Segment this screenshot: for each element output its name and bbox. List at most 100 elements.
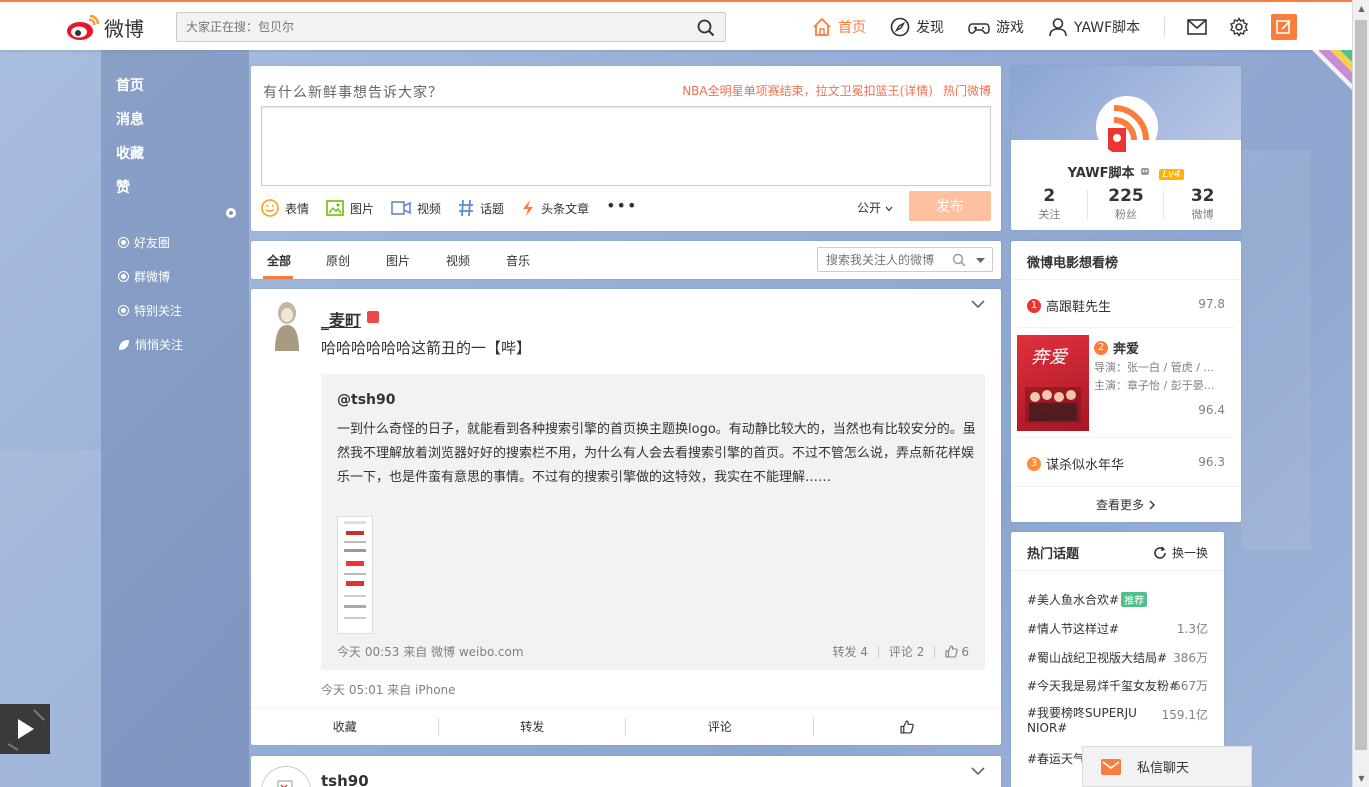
- nav-games[interactable]: 游戏: [968, 17, 1024, 37]
- settings-button[interactable]: [1229, 17, 1249, 37]
- tab-images[interactable]: 图片: [386, 252, 410, 269]
- scroll-up-icon[interactable]: ▲: [1353, 0, 1369, 17]
- movie-item[interactable]: 1 高跟鞋先生: [1027, 296, 1111, 315]
- sidebar-item-friends[interactable]: 好友圈: [118, 234, 170, 251]
- avatar[interactable]: [267, 299, 317, 359]
- topic-count: 159.1亿: [1161, 708, 1208, 722]
- post-meta: 今天 05:01 来自 iPhone: [321, 683, 456, 697]
- favorite-button[interactable]: 收藏: [251, 708, 439, 745]
- stat-following[interactable]: 2 关注: [1011, 186, 1088, 222]
- repost-thumbnail[interactable]: [337, 516, 373, 634]
- profile-name[interactable]: YAWF脚本: [1068, 166, 1135, 181]
- scrollbar-thumb[interactable]: [1355, 20, 1367, 750]
- gear-icon[interactable]: [225, 207, 237, 219]
- stat-followers[interactable]: 225 粉丝: [1088, 186, 1165, 222]
- nav-profile[interactable]: YAWF脚本: [1048, 17, 1140, 37]
- scroll-down-icon[interactable]: ▼: [1353, 770, 1369, 787]
- repost-comment-link[interactable]: 评论 2: [889, 643, 924, 660]
- image-button[interactable]: 图片: [326, 200, 374, 217]
- movie-poster[interactable]: 奔爱: [1017, 335, 1089, 431]
- tab-original[interactable]: 原创: [326, 252, 350, 269]
- compose-button[interactable]: [1271, 14, 1298, 40]
- sidebar-item-favorites[interactable]: 收藏: [116, 143, 144, 163]
- avatar[interactable]: [261, 766, 311, 787]
- video-button[interactable]: 视频: [391, 200, 441, 217]
- search-input[interactable]: [177, 13, 677, 41]
- thumbs-up-icon: [900, 719, 914, 734]
- topic-item[interactable]: #美人鱼水合欢# 推荐: [1027, 591, 1148, 608]
- post-composer: 有什么新鲜事想告诉大家？ NBA全明星单项赛结束，拉文卫冕扣篮王(详情) 热门微博…: [251, 66, 1001, 231]
- left-sidebar: 首页 消息 收藏 赞 好友圈 群微博 特别关注 悄悄关注: [101, 50, 249, 787]
- article-button[interactable]: 头条文章: [521, 199, 589, 217]
- movie-item[interactable]: 3 谋杀似水年华: [1027, 454, 1124, 473]
- vertical-scrollbar[interactable]: ▲ ▼: [1352, 0, 1369, 787]
- chevron-down-icon[interactable]: [971, 299, 985, 309]
- thumbs-up-icon[interactable]: [945, 645, 959, 658]
- stat-label: 微博: [1191, 208, 1214, 221]
- topic-label: 话题: [480, 201, 505, 216]
- caret-down-icon[interactable]: [976, 258, 985, 264]
- sidebar-item-likes[interactable]: 赞: [116, 177, 130, 197]
- topic-item[interactable]: #蜀山战纪卫视版大结局#: [1027, 649, 1167, 666]
- stat-label: 粉丝: [1115, 208, 1137, 221]
- profile-card: YAWF脚本 Lv4 2 关注 225 粉丝 32 微博: [1011, 66, 1241, 230]
- profile-avatar[interactable]: [1096, 96, 1158, 158]
- movie-item[interactable]: 2 奔爱: [1094, 338, 1139, 357]
- topic-item[interactable]: #春运天气: [1027, 750, 1085, 767]
- sidebar-item-messages[interactable]: 消息: [116, 109, 144, 129]
- hot-topic-link[interactable]: NBA全明星单项赛结束，拉文卫冕扣篮王(详情): [682, 84, 933, 98]
- level-badge[interactable]: Lv4: [1158, 169, 1185, 180]
- more-tools-button[interactable]: •••: [606, 196, 637, 215]
- messages-button[interactable]: [1187, 19, 1207, 35]
- weibo-logo[interactable]: 微博: [66, 12, 144, 42]
- tab-videos[interactable]: 视频: [446, 252, 470, 269]
- send-button[interactable]: 发布: [909, 191, 991, 221]
- topic-item[interactable]: #情人节这样过#: [1027, 620, 1119, 637]
- repost-forward-link[interactable]: 转发 4: [832, 643, 867, 660]
- emoji-button[interactable]: 表情: [261, 199, 309, 217]
- feed-card: tsh90: [251, 756, 1001, 787]
- search-icon[interactable]: [952, 253, 966, 267]
- chevron-down-icon[interactable]: [971, 766, 985, 776]
- tab-all[interactable]: 全部: [267, 252, 291, 269]
- refresh-button[interactable]: 换一换: [1153, 544, 1208, 561]
- rank-badge: 1: [1027, 298, 1041, 313]
- private-chat-bar[interactable]: 私信聊天: [1082, 746, 1252, 787]
- mail-icon: [1101, 758, 1121, 775]
- forward-button[interactable]: 转发: [439, 708, 627, 745]
- movie-score: 96.3: [1198, 455, 1225, 469]
- nav-home[interactable]: 首页: [812, 17, 866, 37]
- sidebar-item-groups[interactable]: 群微博: [118, 268, 170, 285]
- stat-posts[interactable]: 32 微博: [1164, 186, 1241, 222]
- like-button[interactable]: [814, 708, 1002, 745]
- post-textarea[interactable]: [261, 106, 991, 186]
- profile-stats: 2 关注 225 粉丝 32 微博: [1011, 186, 1241, 222]
- see-more-link[interactable]: 查看更多: [1011, 486, 1241, 522]
- topic-item[interactable]: #今天我是易烊千玺女友粉#: [1027, 677, 1179, 694]
- following-search-input[interactable]: [818, 248, 948, 271]
- post-author[interactable]: tsh90: [321, 772, 369, 787]
- movie-name: 高跟鞋先生: [1046, 300, 1112, 315]
- post-author[interactable]: _麦町: [321, 307, 361, 331]
- music-player-widget[interactable]: [0, 704, 50, 754]
- article-label: 头条文章: [541, 201, 590, 216]
- rank-badge: 3: [1027, 456, 1041, 471]
- sidebar-item-special[interactable]: 特别关注: [118, 302, 182, 319]
- composer-toolbar: 表情 图片 视频 话题 头条文章 •••: [261, 196, 637, 217]
- repost-author[interactable]: @tsh90: [337, 392, 395, 408]
- tab-music[interactable]: 音乐: [506, 252, 530, 269]
- chevron-right-icon: [1149, 500, 1155, 509]
- main-nav: 首页 发现 游戏 YAWF脚本: [812, 2, 1298, 52]
- page-curl-icon[interactable]: [1312, 50, 1352, 90]
- hot-weibo-link[interactable]: 热门微博: [943, 84, 991, 98]
- sidebar-item-label: 特别关注: [134, 304, 183, 318]
- topic-button[interactable]: 话题: [458, 199, 504, 217]
- nav-discover[interactable]: 发现: [890, 17, 944, 37]
- search-icon[interactable]: [697, 19, 715, 37]
- following-search: [817, 247, 993, 272]
- topic-item[interactable]: #我要榜咚SUPERJUNIOR#: [1027, 706, 1137, 736]
- sidebar-item-home[interactable]: 首页: [116, 75, 144, 95]
- visibility-dropdown[interactable]: 公开: [857, 199, 893, 216]
- comment-button[interactable]: 评论: [626, 708, 814, 745]
- sidebar-item-secret[interactable]: 悄悄关注: [118, 336, 183, 353]
